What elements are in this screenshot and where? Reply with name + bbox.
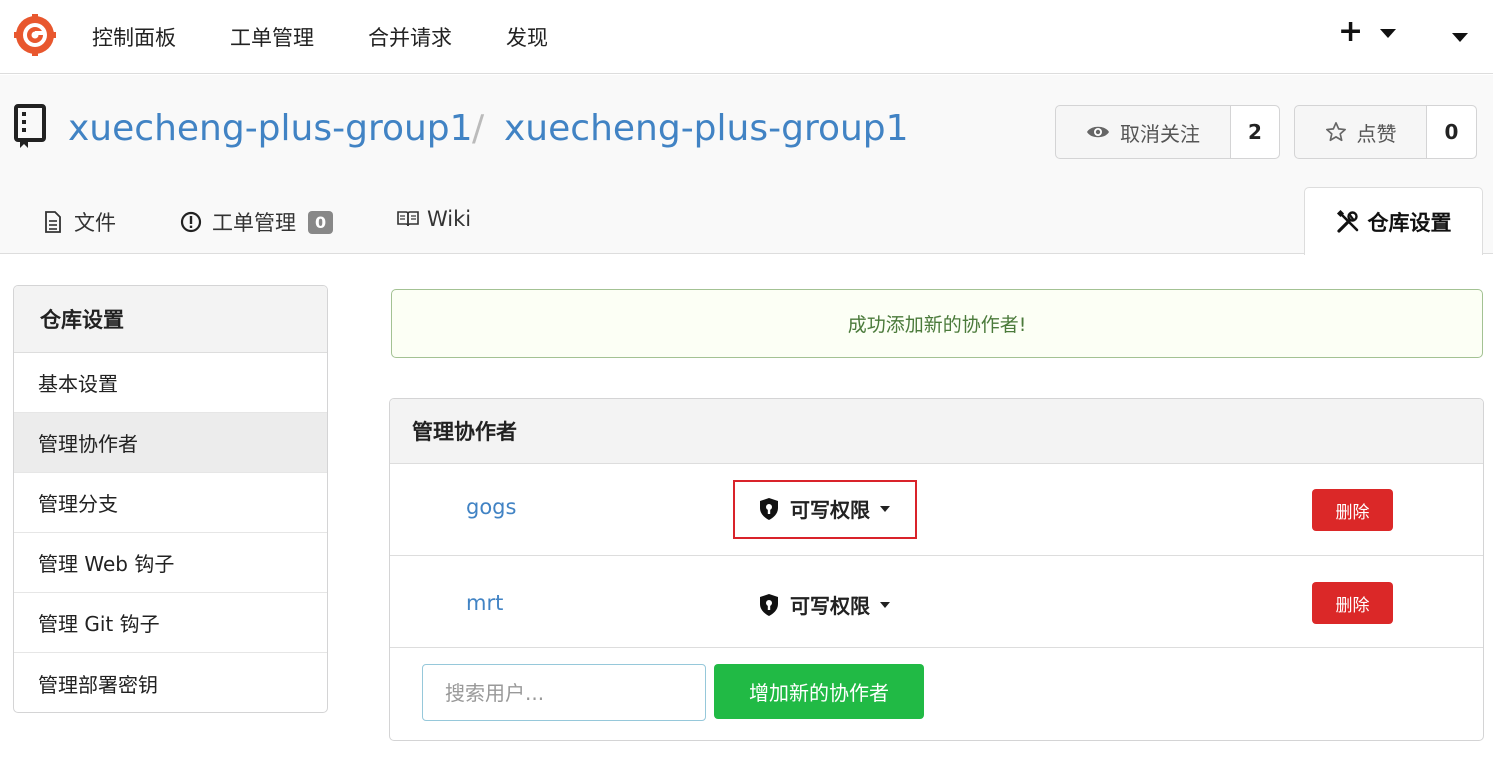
user-menu-caret-icon[interactable]: [1452, 33, 1468, 42]
collaborator-username[interactable]: mrt: [466, 591, 503, 615]
tab-settings[interactable]: 仓库设置: [1304, 187, 1483, 255]
plus-icon[interactable]: +: [1338, 14, 1363, 49]
collaborators-panel: 管理协作者 gogs 可写权限 删除 mrt 可写权限 删除 搜索用户... 增…: [389, 398, 1484, 741]
star-count[interactable]: 0: [1426, 106, 1476, 158]
tab-wiki-label: Wiki: [427, 207, 472, 231]
book-open-icon: [397, 211, 419, 227]
sidebar-item-deploy-keys[interactable]: 管理部署密钥: [14, 653, 327, 712]
sidebar-item-git-hooks[interactable]: 管理 Git 钩子: [14, 593, 327, 653]
nav-issues[interactable]: 工单管理: [230, 22, 314, 52]
file-text-icon: [45, 211, 61, 233]
sidebar-item-options[interactable]: 基本设置: [14, 353, 327, 413]
collaborator-username[interactable]: gogs: [466, 495, 516, 519]
unwatch-label: 取消关注: [1120, 121, 1200, 146]
star-icon: [1325, 122, 1346, 142]
star-button[interactable]: 点赞: [1295, 106, 1426, 158]
tab-wiki[interactable]: Wiki: [397, 207, 471, 231]
tab-files-label: 文件: [74, 211, 116, 235]
star-button-group: 点赞 0: [1294, 105, 1477, 159]
repo-path-separator: /: [472, 108, 485, 149]
top-navbar: 控制面板 工单管理 合并请求 发现 +: [0, 0, 1493, 74]
tab-settings-label: 仓库设置: [1367, 210, 1452, 235]
permission-label: 可写权限: [790, 594, 870, 618]
collaborator-row: gogs 可写权限 删除: [390, 464, 1483, 556]
tab-issues-label: 工单管理: [212, 211, 296, 235]
tools-icon: [1336, 209, 1358, 233]
nav-pulls[interactable]: 合并请求: [368, 22, 452, 52]
repo-name-link[interactable]: xuecheng-plus-group1: [504, 108, 909, 149]
repo-book-icon: [14, 104, 46, 148]
shield-lock-icon: [760, 497, 778, 520]
collaborators-title: 管理协作者: [390, 399, 1483, 464]
watch-count[interactable]: 2: [1230, 106, 1279, 158]
search-user-input[interactable]: [422, 664, 706, 721]
caret-down-icon: [880, 505, 890, 512]
settings-sidebar: 仓库设置 基本设置 管理协作者 管理分支 管理 Web 钩子 管理 Git 钩子…: [13, 285, 328, 713]
collaborator-row: mrt 可写权限 删除: [390, 556, 1483, 648]
caret-down-icon: [880, 601, 890, 608]
sidebar-title: 仓库设置: [14, 286, 327, 353]
permission-label: 可写权限: [790, 498, 870, 522]
tab-issues[interactable]: 工单管理 0: [180, 207, 334, 237]
gogs-logo-icon[interactable]: [14, 14, 56, 56]
success-message: 成功添加新的协作者!: [391, 289, 1483, 358]
issues-count-badge: 0: [308, 210, 334, 234]
issue-opened-icon: [180, 211, 202, 233]
nav-dashboard[interactable]: 控制面板: [92, 22, 176, 52]
shield-lock-icon: [760, 593, 778, 616]
sidebar-item-branches[interactable]: 管理分支: [14, 473, 327, 533]
permission-dropdown[interactable]: 可写权限: [758, 494, 890, 523]
sidebar-item-collaborators[interactable]: 管理协作者: [14, 413, 327, 473]
permission-dropdown[interactable]: 可写权限: [758, 590, 890, 619]
watch-button-group: 取消关注 2: [1055, 105, 1280, 159]
unwatch-button[interactable]: 取消关注: [1056, 106, 1230, 158]
delete-collaborator-button[interactable]: 删除: [1312, 582, 1393, 624]
eye-icon: [1087, 126, 1109, 138]
tab-files[interactable]: 文件: [44, 207, 116, 237]
star-label: 点赞: [1356, 121, 1397, 146]
repo-owner-link[interactable]: xuecheng-plus-group1: [68, 108, 473, 149]
create-dropdown-caret-icon[interactable]: [1380, 29, 1396, 38]
delete-collaborator-button[interactable]: 删除: [1312, 489, 1393, 531]
nav-explore[interactable]: 发现: [506, 22, 548, 52]
sidebar-item-webhooks[interactable]: 管理 Web 钩子: [14, 533, 327, 593]
add-collaborator-button[interactable]: 增加新的协作者: [714, 664, 924, 719]
success-message-text: 成功添加新的协作者!: [847, 314, 1027, 336]
